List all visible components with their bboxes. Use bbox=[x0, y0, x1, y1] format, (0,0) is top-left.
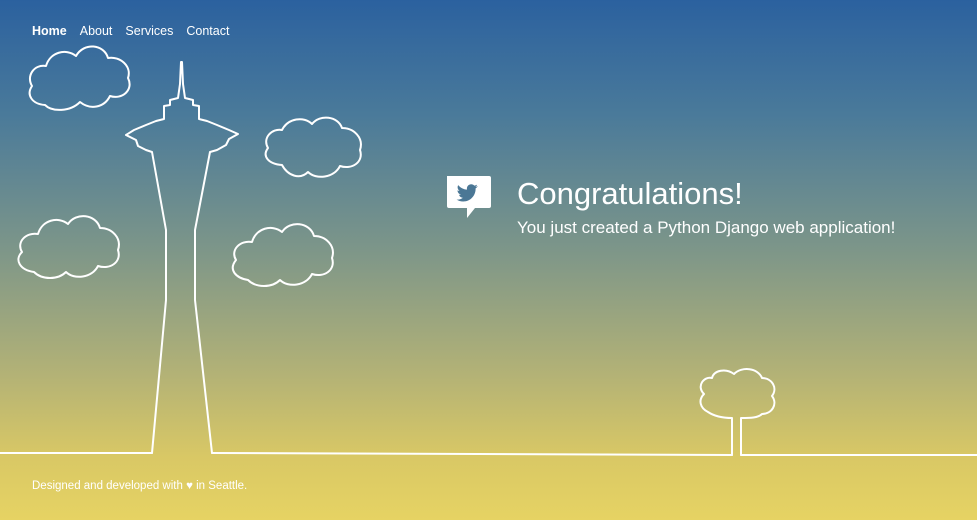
nav-item-about[interactable]: About bbox=[80, 24, 113, 38]
hero-title: Congratulations! bbox=[517, 176, 743, 211]
ground-line bbox=[0, 452, 977, 456]
twitter-bubble-icon[interactable] bbox=[445, 176, 493, 222]
space-needle-icon bbox=[125, 61, 239, 454]
seattle-skyline-illustration bbox=[0, 45, 977, 456]
hero-subtitle: You just created a Python Django web app… bbox=[517, 218, 896, 237]
cloud-icon bbox=[17, 215, 120, 279]
tree-icon bbox=[699, 368, 776, 456]
main-navigation: Home About Services Contact bbox=[32, 24, 229, 38]
hero-section: Congratulations! You just created a Pyth… bbox=[445, 176, 895, 238]
nav-item-contact[interactable]: Contact bbox=[186, 24, 229, 38]
cloud-icon bbox=[264, 116, 362, 178]
footer-credit: Designed and developed with ♥ in Seattle… bbox=[32, 480, 248, 492]
cloud-icon bbox=[28, 45, 131, 111]
cloud-icon bbox=[231, 223, 334, 287]
nav-item-services[interactable]: Services bbox=[125, 24, 173, 38]
nav-item-home[interactable]: Home bbox=[32, 24, 67, 38]
hero-text: Congratulations! You just created a Pyth… bbox=[517, 176, 895, 238]
